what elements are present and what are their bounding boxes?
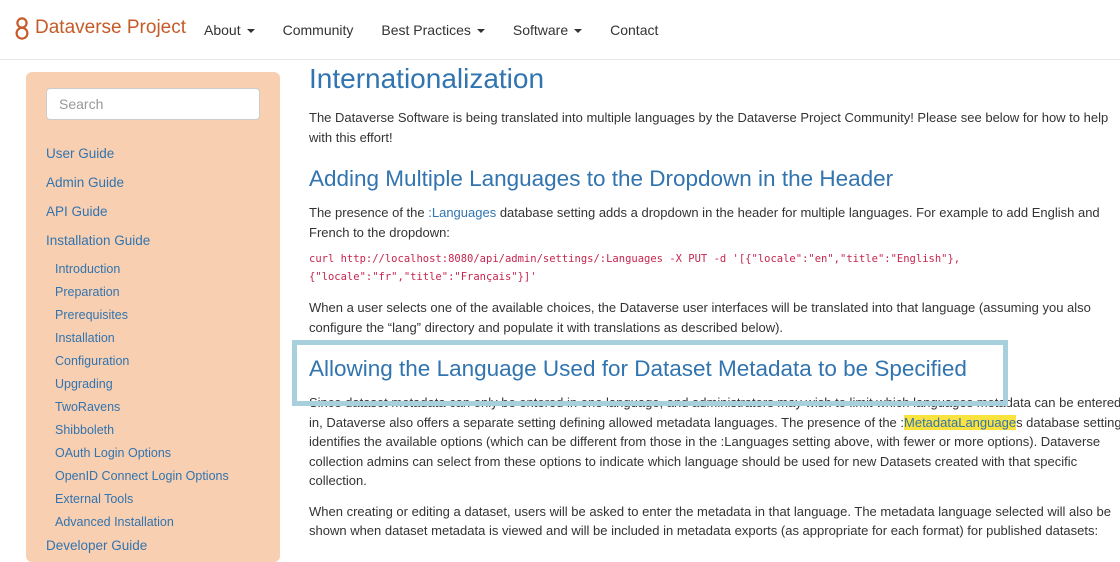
sidebar: User Guide Admin Guide API Guide Install…: [26, 72, 280, 562]
brand-name: Dataverse Project: [35, 17, 187, 38]
toc-external-tools[interactable]: External Tools: [46, 490, 229, 513]
nav-contact-label: Contact: [610, 22, 659, 38]
toc-preparation[interactable]: Preparation: [46, 283, 229, 306]
top-navbar: Dataverse Project About Community Best P…: [0, 0, 1120, 60]
chevron-down-icon: [574, 29, 583, 34]
page-title: Internationalization: [309, 63, 545, 94]
main-nav: About Community Best Practices Software …: [190, 0, 672, 60]
nav-about-label: About: [204, 22, 241, 38]
nav-contact[interactable]: Contact: [596, 22, 672, 38]
languages-paragraph: The presence of the :Languages database …: [309, 203, 1120, 242]
nav-about[interactable]: About: [190, 22, 269, 38]
toc-developer-guide[interactable]: Developer Guide: [46, 536, 229, 562]
brand-link[interactable]: Dataverse Project: [14, 16, 186, 40]
section-heading-metadata-language: Allowing the Language Used for Dataset M…: [309, 356, 967, 381]
chevron-down-icon: [476, 29, 485, 34]
nav-best-practices-label: Best Practices: [381, 22, 471, 38]
intro-paragraph: The Dataverse Software is being translat…: [309, 110, 1109, 145]
toc-upgrading[interactable]: Upgrading: [46, 375, 229, 398]
toc-api-guide[interactable]: API Guide: [46, 202, 229, 231]
toc-user-guide[interactable]: User Guide: [46, 144, 229, 173]
main-content: Internationalization The Dataverse Softw…: [309, 62, 1120, 541]
toc-installation[interactable]: Installation: [46, 329, 229, 352]
nav-software-label: Software: [512, 22, 569, 38]
search-input[interactable]: [46, 88, 260, 120]
toc-tworavens[interactable]: TwoRavens: [46, 398, 229, 421]
toc-advanced-installation[interactable]: Advanced Installation: [46, 513, 229, 536]
metadata-language-paragraph: Since dataset metadata can only be enter…: [309, 393, 1120, 491]
dataverse-logo-icon: [15, 17, 29, 40]
toc-installation-guide[interactable]: Installation Guide: [46, 231, 229, 260]
toc-configuration[interactable]: Configuration: [46, 352, 229, 375]
toc-admin-guide[interactable]: Admin Guide: [46, 173, 229, 202]
nav-best-practices[interactable]: Best Practices: [367, 22, 498, 38]
curl-code-block: curl http://localhost:8080/api/admin/set…: [309, 250, 1120, 286]
nav-software[interactable]: Software: [499, 22, 596, 38]
code-line-2: {"locale":"fr","title":"Français"}]': [309, 271, 537, 283]
metadata-languages-link[interactable]: MetadataLanguage: [904, 414, 1017, 430]
languages-text-before: The presence of the: [309, 205, 429, 220]
toc-openid-connect-login-options[interactable]: OpenID Connect Login Options: [46, 467, 229, 490]
languages-result-paragraph: When a user selects one of the available…: [309, 300, 1091, 335]
languages-setting-link[interactable]: :Languages: [428, 205, 496, 220]
nav-community-label: Community: [282, 22, 354, 38]
metadata-editing-paragraph: When creating or editing a dataset, user…: [309, 503, 1111, 539]
toc-shibboleth[interactable]: Shibboleth: [46, 421, 229, 444]
toc-oauth-login-options[interactable]: OAuth Login Options: [46, 444, 229, 467]
code-line-1: curl http://localhost:8080/api/admin/set…: [309, 253, 961, 265]
chevron-down-icon: [246, 29, 255, 34]
toc-prerequisites[interactable]: Prerequisites: [46, 306, 229, 329]
section-heading-languages-dropdown: Adding Multiple Languages to the Dropdow…: [309, 166, 894, 191]
toc-introduction[interactable]: Introduction: [46, 260, 229, 283]
table-of-contents: User Guide Admin Guide API Guide Install…: [46, 144, 229, 562]
nav-community[interactable]: Community: [269, 22, 368, 38]
